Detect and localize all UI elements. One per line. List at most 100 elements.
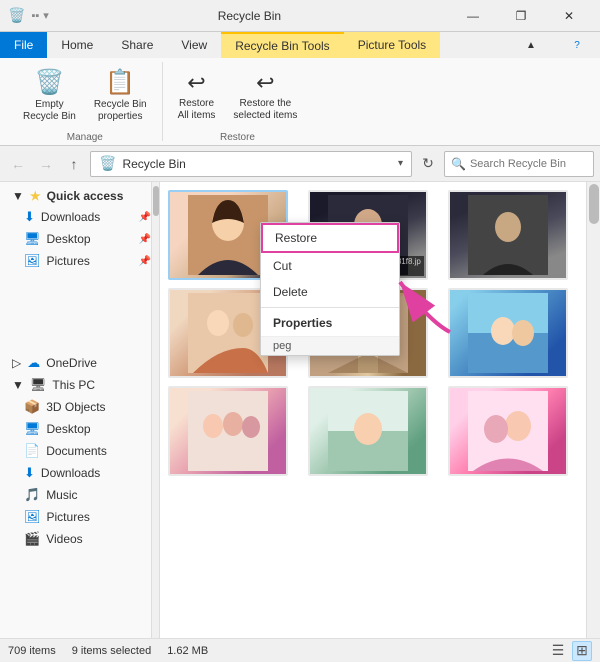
documents-label: Documents [46, 444, 107, 458]
image-svg-7 [188, 391, 268, 471]
tab-file[interactable]: File [0, 32, 47, 58]
pictures2-icon: 🖼 [24, 509, 41, 525]
downloads-icon: ⬇ [24, 209, 35, 225]
onedrive-icon: ☁ [27, 355, 40, 371]
tab-share[interactable]: Share [107, 32, 167, 58]
item-count: 709 items [8, 645, 56, 657]
main-area: ▼ ★ Quick access ⬇ Downloads 📌 🖥 Desktop… [0, 182, 600, 638]
back-button[interactable]: ← [6, 152, 30, 176]
ribbon-tab-bar: File Home Share View Recycle Bin Tools P… [0, 32, 600, 58]
view-buttons: ☰ ⊞ [548, 641, 592, 661]
sidebar-item-downloads[interactable]: ⬇ Downloads 📌 [0, 206, 159, 228]
desktop2-icon: 🖥 [24, 421, 41, 437]
up-button[interactable]: ↑ [62, 152, 86, 176]
image-item-9[interactable] [448, 386, 568, 476]
this-pc-icon: 🖥 [30, 377, 47, 393]
restore-selected-button[interactable]: ↩ Restore theselected items [226, 66, 304, 128]
quick-access-expand: ▼ [12, 189, 24, 203]
sidebar-item-quick-access[interactable]: ▼ ★ Quick access [0, 186, 159, 206]
search-input[interactable] [470, 158, 587, 170]
3d-objects-label: 3D Objects [46, 400, 105, 414]
selected-size: 1.62 MB [167, 645, 208, 657]
file-scrollbar[interactable] [586, 182, 600, 638]
desktop-pin: 📌 [139, 234, 151, 245]
sidebar-item-documents[interactable]: 📄 Documents [0, 440, 159, 462]
file-area[interactable]: f10e5f0b044f691b7ca081f8.jpg [160, 182, 600, 638]
ctx-properties-item[interactable]: Properties [261, 310, 399, 336]
sidebar-item-desktop2[interactable]: 🖥 Desktop [0, 418, 159, 440]
this-pc-expand: ▼ [12, 378, 24, 392]
image-item-8[interactable] [308, 386, 428, 476]
image-item-7[interactable] [168, 386, 288, 476]
videos-label: Videos [46, 532, 82, 546]
close-button[interactable]: ✕ [546, 0, 592, 32]
desktop-icon: 🖥 [24, 231, 41, 247]
path-text: Recycle Bin [122, 157, 185, 171]
ctx-cut-item[interactable]: Cut [261, 253, 399, 279]
tab-view[interactable]: View [167, 32, 221, 58]
restore-group-label: Restore [171, 128, 305, 143]
downloads-pin: 📌 [139, 212, 151, 223]
window-controls: — ❐ ✕ [450, 0, 592, 32]
maximize-button[interactable]: ❐ [498, 0, 544, 32]
tab-picture-tools[interactable]: Picture Tools [344, 32, 440, 58]
pictures-pin: 📌 [139, 256, 151, 267]
sidebar-scroll-thumb [153, 186, 159, 216]
restore-all-icon: ↩ [187, 72, 205, 94]
address-bar: ← → ↑ 🗑️ Recycle Bin ▾ ↻ 🔍 [0, 146, 600, 182]
sidebar-item-onedrive[interactable]: ▷ ☁ OneDrive [0, 352, 159, 374]
sidebar-spacer [0, 272, 159, 352]
search-icon: 🔍 [451, 157, 466, 171]
sidebar-item-videos[interactable]: 🎬 Videos [0, 528, 159, 550]
pictures-label: Pictures [47, 254, 90, 268]
properties-label: Recycle Binproperties [94, 99, 147, 123]
forward-button[interactable]: → [34, 152, 58, 176]
sidebar-item-downloads2[interactable]: ⬇ Downloads [0, 462, 159, 484]
empty-recycle-bin-button[interactable]: 🗑️ EmptyRecycle Bin [16, 66, 83, 128]
ctx-restore-item[interactable]: Restore [261, 223, 399, 253]
sidebar-scrollbar[interactable] [151, 182, 159, 638]
quick-access-icon: ★ [30, 189, 41, 203]
sidebar-item-pictures[interactable]: 🖼 Pictures 📌 [0, 250, 159, 272]
tab-home[interactable]: Home [47, 32, 107, 58]
address-path[interactable]: 🗑️ Recycle Bin ▾ [90, 151, 412, 177]
restore-all-button[interactable]: ↩ RestoreAll items [171, 66, 223, 128]
tab-recycle-bin-tools[interactable]: Recycle Bin Tools [221, 32, 344, 58]
pictures2-label: Pictures [47, 510, 90, 524]
image-svg-8 [328, 391, 408, 471]
recycle-bin-properties-button[interactable]: 📋 Recycle Binproperties [87, 66, 154, 128]
ctx-properties-label: Properties [273, 316, 332, 330]
ctx-footer: peg [261, 336, 399, 355]
desktop-label: Desktop [47, 232, 91, 246]
restore-selected-icon: ↩ [256, 72, 274, 94]
image-thumbnail-8 [310, 388, 426, 474]
sidebar: ▼ ★ Quick access ⬇ Downloads 📌 🖥 Desktop… [0, 182, 160, 638]
this-pc-label: This PC [52, 378, 95, 392]
address-dropdown[interactable]: ▾ [398, 158, 403, 169]
sidebar-item-desktop[interactable]: 🖥 Desktop 📌 [0, 228, 159, 250]
search-box[interactable]: 🔍 [444, 151, 594, 177]
ribbon-group-manage: 🗑️ EmptyRecycle Bin 📋 Recycle Binpropert… [8, 62, 163, 141]
image-item-3[interactable] [448, 190, 568, 280]
minimize-button[interactable]: — [450, 0, 496, 32]
desktop2-label: Desktop [47, 422, 91, 436]
thumbnails-view-button[interactable]: ⊞ [572, 641, 592, 661]
sidebar-item-pictures2[interactable]: 🖼 Pictures [0, 506, 159, 528]
pictures-icon: 🖼 [24, 253, 41, 269]
sidebar-item-music[interactable]: 🎵 Music [0, 484, 159, 506]
refresh-button[interactable]: ↻ [416, 152, 440, 176]
image-item-6[interactable] [448, 288, 568, 378]
image-thumbnail-9 [450, 388, 566, 474]
music-label: Music [46, 488, 77, 502]
ctx-separator [261, 307, 399, 308]
details-view-button[interactable]: ☰ [548, 641, 568, 661]
sidebar-item-this-pc[interactable]: ▼ 🖥 This PC [0, 374, 159, 396]
sidebar-item-3d-objects[interactable]: 📦 3D Objects [0, 396, 159, 418]
onedrive-label: OneDrive [46, 356, 97, 370]
ribbon-collapse-button[interactable]: ▲ [508, 32, 554, 58]
image-thumbnail-7 [170, 388, 286, 474]
ctx-delete-item[interactable]: Delete [261, 279, 399, 305]
help-button[interactable]: ? [554, 32, 600, 58]
videos-icon: 🎬 [24, 531, 40, 547]
image-svg-4 [188, 293, 268, 373]
